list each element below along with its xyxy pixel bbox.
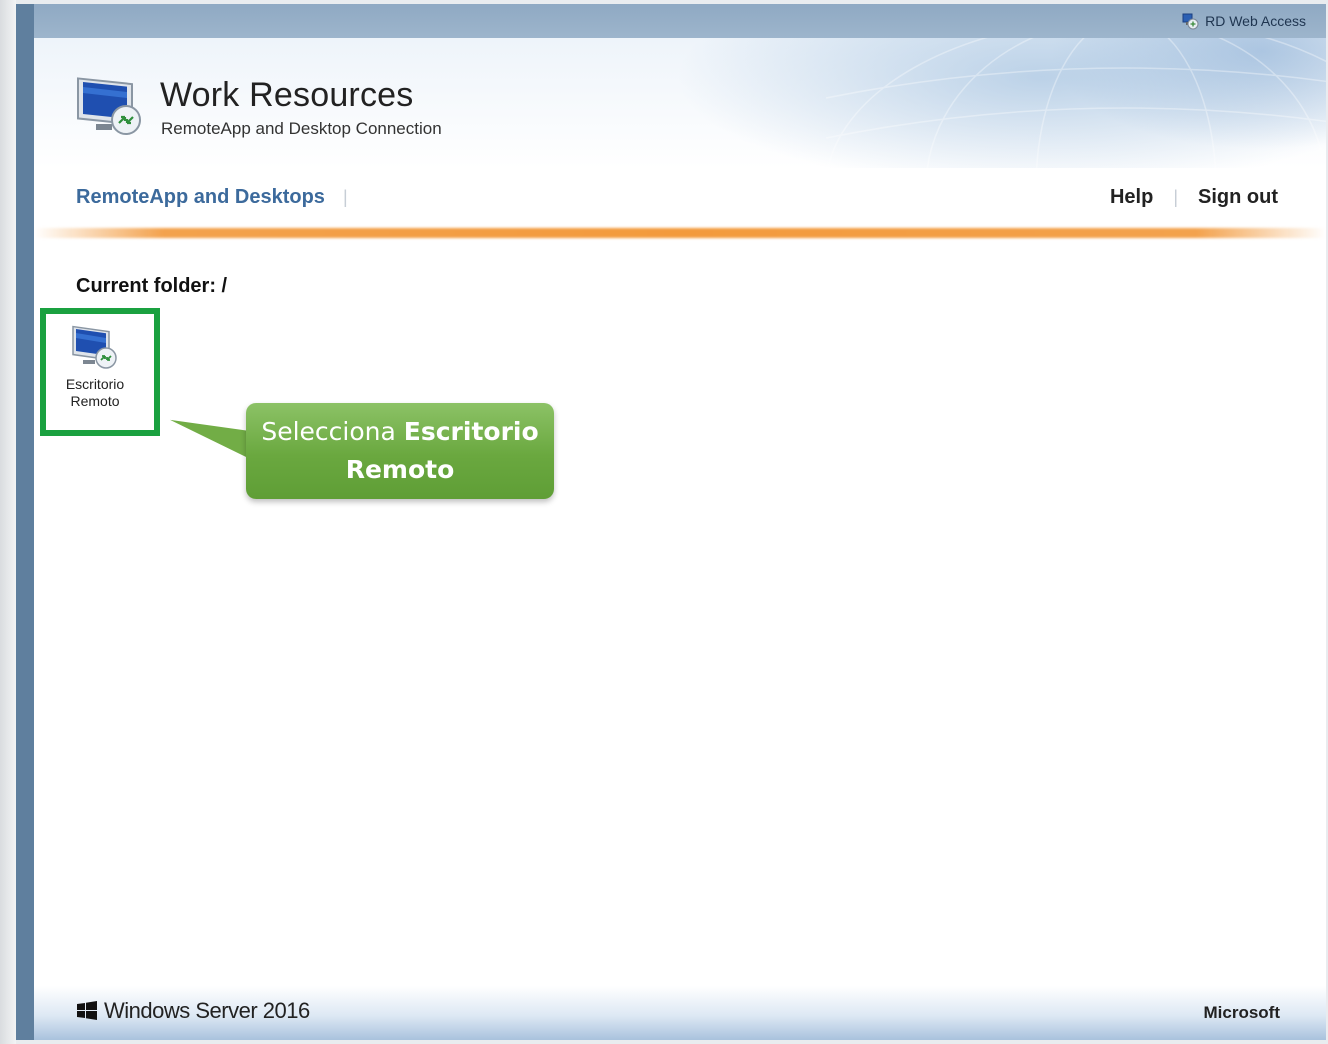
footer-product-label: Windows Server 2016: [104, 998, 310, 1023]
nav-separator: |: [1173, 187, 1179, 207]
resource-label-line1: Escritorio: [65, 376, 125, 392]
remote-desktop-monitor-icon: [77, 77, 141, 135]
page-left-edge: [0, 0, 16, 1044]
remote-desktop-icon: [72, 325, 117, 369]
resource-tile-escritorio-remoto[interactable]: Escritorio Remoto: [52, 314, 138, 424]
windows-logo-icon: [77, 1001, 97, 1020]
microsoft-logo-text: Microsoft: [1203, 1003, 1281, 1022]
top-bar: RD Web Access: [34, 4, 1326, 38]
callout-text-normal: Selecciona: [261, 417, 396, 446]
tab-remoteapp-and-desktops[interactable]: RemoteApp and Desktops: [76, 186, 325, 209]
header-divider: [34, 228, 1326, 238]
rd-web-access-link[interactable]: RD Web Access: [1181, 12, 1306, 30]
instruction-callout: Selecciona Escritorio Remoto: [246, 403, 554, 499]
header: Work Resources RemoteApp and Desktop Con…: [34, 38, 1326, 168]
page-subtitle: RemoteApp and Desktop Connection: [161, 119, 442, 138]
nav-separator: |: [342, 187, 348, 207]
rd-web-access-icon: [1182, 13, 1199, 30]
nav-bar: RemoteApp and Desktops | Help | Sign out: [34, 170, 1326, 230]
resource-label-line2: Remoto: [70, 393, 120, 409]
footer: Windows Server 2016 Microsoft: [34, 986, 1326, 1040]
callout-text-bold-1: Escritorio: [403, 417, 539, 446]
help-link[interactable]: Help: [1110, 186, 1153, 209]
callout-text-bold-2: Remoto: [345, 455, 455, 484]
page-title: Work Resources: [160, 76, 414, 114]
sign-out-link[interactable]: Sign out: [1198, 186, 1278, 209]
rd-web-access-window: RD Web Access Work Resources RemoteApp a…: [16, 4, 1326, 1040]
callout-pointer: [164, 417, 251, 462]
current-folder-label: Current folder: /: [76, 275, 228, 297]
globe-background-decoration: [825, 38, 1326, 168]
rd-web-access-label: RD Web Access: [1205, 13, 1306, 29]
